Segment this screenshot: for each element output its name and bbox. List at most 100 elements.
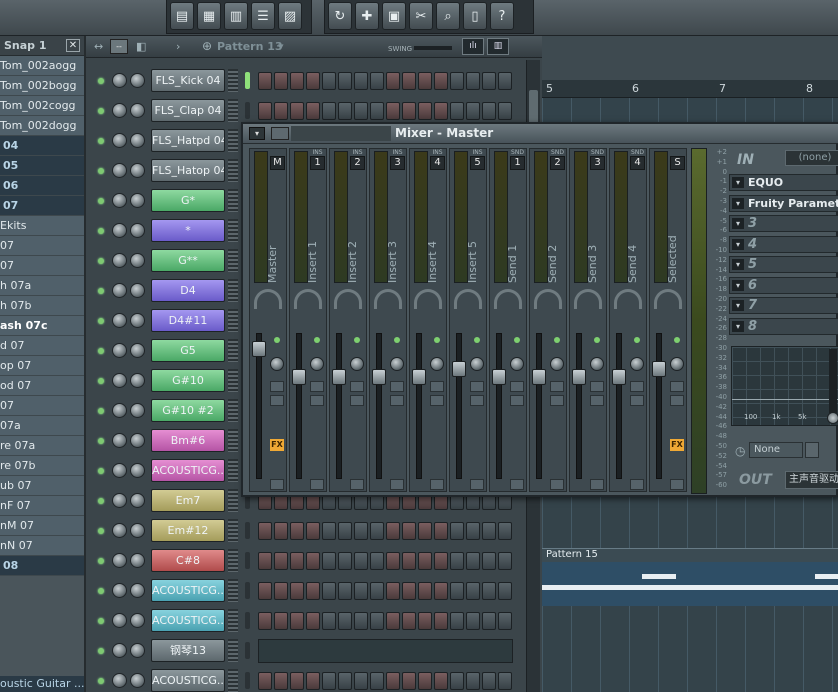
- slot-menu-icon[interactable]: ▾: [732, 197, 744, 209]
- swap-button[interactable]: [390, 395, 404, 406]
- step-button[interactable]: [418, 522, 432, 540]
- channel-mute-led[interactable]: [98, 528, 104, 534]
- swap-button[interactable]: [630, 381, 644, 392]
- volume-fader[interactable]: [452, 361, 466, 377]
- browser-item[interactable]: 06: [0, 176, 84, 196]
- channel-select-indicator[interactable]: [245, 72, 250, 89]
- step-button[interactable]: [258, 522, 272, 540]
- channel-pan-knob[interactable]: [112, 343, 127, 358]
- channel-pan-knob[interactable]: [112, 253, 127, 268]
- step-button[interactable]: [370, 582, 384, 600]
- track-active-led[interactable]: [514, 337, 520, 343]
- channel-volume-knob[interactable]: [130, 613, 145, 628]
- step-button[interactable]: [498, 612, 512, 630]
- input-select[interactable]: (none): [785, 150, 838, 166]
- step-button[interactable]: [290, 582, 304, 600]
- channel-mute-led[interactable]: [98, 468, 104, 474]
- step-button[interactable]: [418, 72, 432, 90]
- step-button[interactable]: [386, 672, 400, 690]
- channel-pan-knob[interactable]: [112, 163, 127, 178]
- channel-pan-knob[interactable]: [112, 523, 127, 538]
- track-active-led[interactable]: [474, 337, 480, 343]
- channel-volume-knob[interactable]: [130, 583, 145, 598]
- undo-icon[interactable]: ↻: [328, 2, 352, 30]
- step-button[interactable]: [322, 552, 336, 570]
- channel-grip[interactable]: [228, 399, 238, 422]
- step-button[interactable]: [418, 612, 432, 630]
- stereo-separation-arc[interactable]: [614, 289, 642, 309]
- channel-options-icon[interactable]: ◧: [136, 40, 146, 53]
- swap-button[interactable]: [270, 381, 284, 392]
- step-button[interactable]: [434, 612, 448, 630]
- volume-fader[interactable]: [652, 361, 666, 377]
- cut-icon[interactable]: ✂: [409, 2, 433, 30]
- step-button[interactable]: [482, 522, 496, 540]
- slot-menu-icon[interactable]: ▾: [732, 279, 744, 291]
- channel-name-button[interactable]: ACOUSTICG...: [151, 669, 225, 692]
- slot-menu-icon[interactable]: ▾: [732, 218, 744, 229]
- browser-item[interactable]: 07a: [0, 416, 84, 436]
- channel-grip[interactable]: [228, 189, 238, 212]
- channel-name-button[interactable]: Em#12: [151, 519, 225, 542]
- mixer-track[interactable]: S Selected FX: [649, 148, 687, 492]
- channel-name-button[interactable]: G**: [151, 249, 225, 272]
- step-button[interactable]: [498, 582, 512, 600]
- step-button[interactable]: [482, 672, 496, 690]
- step-button[interactable]: [386, 552, 400, 570]
- channel-name-button[interactable]: G#10 #2: [151, 399, 225, 422]
- channel-grip[interactable]: [228, 429, 238, 452]
- channel-grip[interactable]: [228, 519, 238, 542]
- slot-menu-icon[interactable]: ▾: [732, 300, 744, 311]
- channel-name-button[interactable]: ACOUSTICG...: [151, 459, 225, 482]
- swap-button[interactable]: [470, 395, 484, 406]
- step-button[interactable]: [354, 522, 368, 540]
- browser-item[interactable]: ash 07c: [0, 316, 84, 336]
- channel-volume-knob[interactable]: [130, 223, 145, 238]
- step-button[interactable]: [306, 612, 320, 630]
- channel-pan-knob[interactable]: [112, 433, 127, 448]
- track-active-led[interactable]: [594, 337, 600, 343]
- step-button[interactable]: [322, 102, 336, 120]
- channel-name-button[interactable]: D4: [151, 279, 225, 302]
- piano-icon[interactable]: ▥: [224, 2, 248, 30]
- volume-fader[interactable]: [332, 369, 346, 385]
- browser-footer-item[interactable]: oustic Guitar ...: [0, 676, 84, 692]
- browser-item[interactable]: Tom_002dogg: [0, 116, 84, 136]
- channel-mute-led[interactable]: [98, 588, 104, 594]
- channel-mute-led[interactable]: [98, 138, 104, 144]
- track-active-led[interactable]: [674, 337, 680, 343]
- channel-pan-knob[interactable]: [112, 643, 127, 658]
- channel-pan-knob[interactable]: [112, 223, 127, 238]
- pan-knob[interactable]: [510, 357, 524, 371]
- record-button[interactable]: [430, 479, 444, 490]
- browser-item[interactable]: 07: [0, 236, 84, 256]
- step-button[interactable]: [498, 672, 512, 690]
- record-button[interactable]: [270, 479, 284, 490]
- track-number[interactable]: 1: [310, 156, 325, 170]
- channel-mute-led[interactable]: [98, 348, 104, 354]
- track-active-led[interactable]: [394, 337, 400, 343]
- route-toggle[interactable]: [805, 442, 819, 458]
- channel-name-button[interactable]: G5: [151, 339, 225, 362]
- step-button[interactable]: [386, 582, 400, 600]
- swap-button[interactable]: [550, 381, 564, 392]
- channel-mute-led[interactable]: [98, 318, 104, 324]
- channel-grip[interactable]: [228, 249, 238, 272]
- mixer-track[interactable]: INS 4 Insert 4: [409, 148, 447, 492]
- channel-mute-led[interactable]: [98, 108, 104, 114]
- swap-button[interactable]: [510, 395, 524, 406]
- stereo-separation-arc[interactable]: [294, 289, 322, 309]
- channel-pan-knob[interactable]: [112, 73, 127, 88]
- step-button[interactable]: [338, 102, 352, 120]
- help-icon[interactable]: ?: [490, 2, 514, 30]
- channel-grip[interactable]: [228, 369, 238, 392]
- stereo-separation-arc[interactable]: [574, 289, 602, 309]
- playlist-icon[interactable]: ▤: [170, 2, 194, 30]
- step-button[interactable]: [450, 522, 464, 540]
- channel-mute-led[interactable]: [98, 498, 104, 504]
- step-button[interactable]: [450, 612, 464, 630]
- channel-volume-knob[interactable]: [130, 553, 145, 568]
- step-button[interactable]: [402, 72, 416, 90]
- channel-mute-led[interactable]: [98, 408, 104, 414]
- eq-slider[interactable]: [829, 349, 837, 413]
